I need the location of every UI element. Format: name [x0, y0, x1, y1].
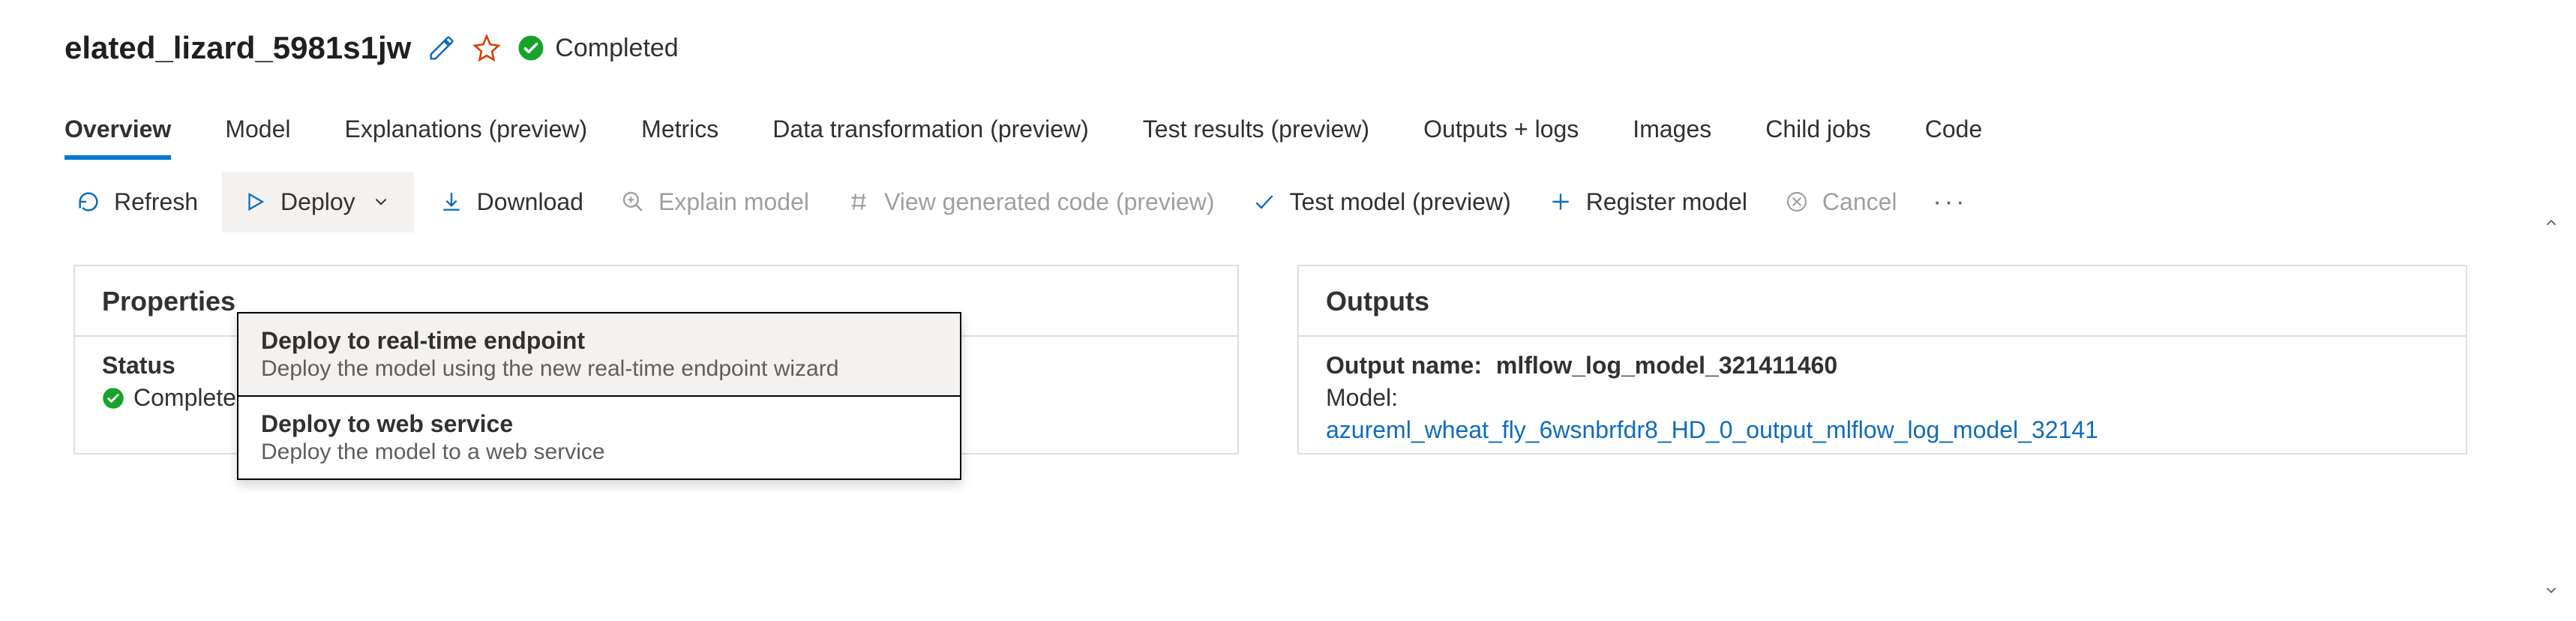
cancel-label: Cancel [1822, 188, 1897, 216]
output-model-link[interactable]: azureml_wheat_fly_6wsnbrfdr8_HD_0_output… [1326, 416, 2439, 444]
refresh-button[interactable]: Refresh [57, 176, 216, 228]
testmodel-label: Test model (preview) [1290, 188, 1511, 216]
hash-icon [845, 188, 872, 215]
plus-icon [1547, 188, 1574, 215]
check-icon [1251, 188, 1278, 215]
tab-explanations[interactable]: Explanations (preview) [344, 116, 587, 160]
explain-model-button: Explain model [601, 176, 827, 228]
page-header: elated_lizard_5981s1jw Completed [0, 0, 2576, 66]
register-label: Register model [1586, 188, 1747, 216]
refresh-icon [75, 188, 102, 215]
refresh-label: Refresh [114, 188, 198, 216]
play-icon [241, 188, 268, 215]
scroll-down-icon[interactable] [2540, 579, 2563, 602]
tab-metrics[interactable]: Metrics [641, 116, 718, 160]
tab-model[interactable]: Model [225, 116, 290, 160]
register-model-button[interactable]: Register model [1529, 176, 1765, 228]
deploy-item-title: Deploy to real-time endpoint [261, 327, 937, 355]
tab-code[interactable]: Code [1925, 116, 1983, 160]
favorite-star-icon[interactable] [472, 34, 501, 62]
cancel-button: Cancel [1765, 176, 1915, 228]
download-label: Download [477, 188, 583, 216]
chevron-down-icon [367, 188, 394, 215]
deploy-label: Deploy [280, 188, 355, 216]
tab-overview[interactable]: Overview [64, 116, 171, 160]
deploy-web-service-item[interactable]: Deploy to web service Deploy the model t… [238, 397, 960, 478]
download-icon [438, 188, 465, 215]
status-badge: Completed [517, 34, 678, 63]
explain-label: Explain model [658, 188, 809, 216]
page-title: elated_lizard_5981s1jw [64, 30, 411, 66]
output-name-value: mlflow_log_model_321411460 [1496, 352, 1837, 379]
tab-data-transformation[interactable]: Data transformation (preview) [772, 116, 1088, 160]
toolbar: Refresh Deploy Download Explain model Vi… [0, 160, 2576, 232]
outputs-card: Outputs Output name: mlflow_log_model_32… [1297, 265, 2467, 454]
output-name-row: Output name: mlflow_log_model_321411460 [1326, 352, 2439, 380]
download-button[interactable]: Download [420, 176, 601, 228]
tab-child-jobs[interactable]: Child jobs [1765, 116, 1871, 160]
view-code-button: View generated code (preview) [827, 176, 1233, 228]
deploy-item-title: Deploy to web service [261, 410, 937, 438]
vertical-scrollbar[interactable] [2540, 212, 2563, 602]
tab-images[interactable]: Images [1633, 116, 1711, 160]
magnify-plus-icon [619, 188, 646, 215]
check-circle-icon [517, 34, 544, 62]
cancel-icon [1783, 188, 1810, 215]
output-model-label: Model: [1326, 384, 2439, 412]
scroll-up-icon[interactable] [2540, 212, 2563, 234]
more-button[interactable]: ··· [1915, 188, 1986, 217]
deploy-button[interactable]: Deploy [222, 172, 414, 232]
deploy-dropdown: Deploy to real-time endpoint Deploy the … [237, 312, 961, 480]
deploy-item-desc: Deploy the model to a web service [261, 440, 937, 465]
output-name-label: Output name: [1326, 352, 1482, 379]
edit-icon[interactable] [427, 34, 456, 62]
deploy-realtime-endpoint-item[interactable]: Deploy to real-time endpoint Deploy the … [238, 314, 960, 397]
test-model-button[interactable]: Test model (preview) [1233, 176, 1529, 228]
tab-test-results[interactable]: Test results (preview) [1143, 116, 1369, 160]
deploy-item-desc: Deploy the model using the new real-time… [261, 356, 937, 382]
status-text: Completed [555, 34, 678, 63]
tab-bar: Overview Model Explanations (preview) Me… [0, 66, 2576, 160]
outputs-header: Outputs [1299, 266, 2466, 337]
status-value: Completed [133, 384, 250, 412]
viewcode-label: View generated code (preview) [884, 188, 1215, 216]
scroll-track[interactable] [2540, 234, 2563, 579]
status-value-row: Completed [102, 384, 250, 412]
check-circle-icon [102, 387, 124, 410]
tab-outputs-logs[interactable]: Outputs + logs [1423, 116, 1579, 160]
